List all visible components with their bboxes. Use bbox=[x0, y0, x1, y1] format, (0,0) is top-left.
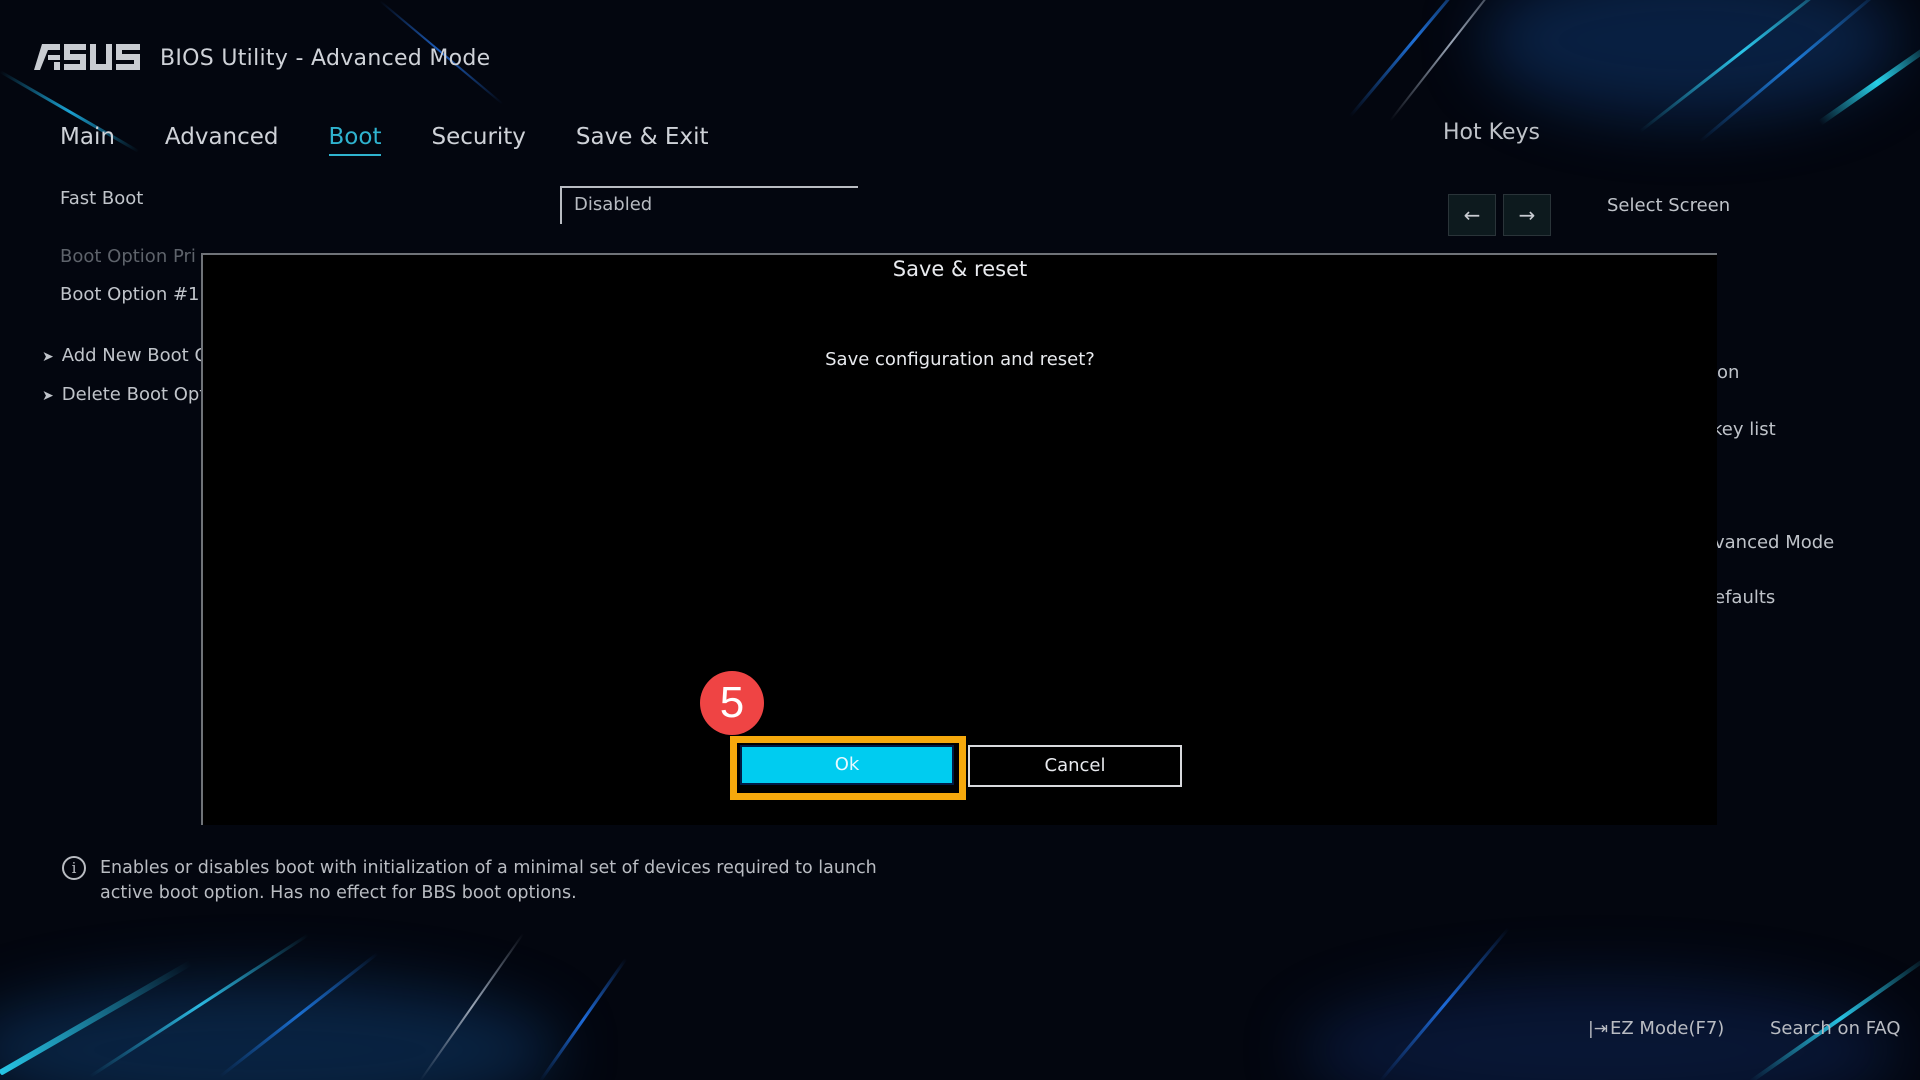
fast-boot-value-text: Disabled bbox=[574, 194, 653, 215]
fast-boot-value[interactable]: Disabled bbox=[560, 186, 858, 224]
exit-arrow-icon: |⇥ bbox=[1588, 1019, 1608, 1039]
left-arrow-key: ← bbox=[1448, 194, 1496, 236]
delete-boot-option[interactable]: ➤ Delete Boot Opt bbox=[42, 384, 206, 405]
delete-boot-option-label: Delete Boot Opt bbox=[61, 384, 207, 405]
tab-security[interactable]: Security bbox=[431, 124, 525, 156]
app-title: BIOS Utility - Advanced Mode bbox=[160, 46, 491, 71]
asus-logo bbox=[34, 44, 140, 70]
save-reset-dialog: Save & reset Save configuration and rese… bbox=[201, 253, 1717, 825]
help-text: Enables or disables boot with initializa… bbox=[100, 858, 877, 903]
ok-button[interactable]: Ok bbox=[740, 745, 954, 785]
tab-main[interactable]: Main bbox=[60, 124, 115, 156]
dialog-title: Save & reset bbox=[892, 257, 1028, 281]
main-nav: Main Advanced Boot Security Save & Exit bbox=[60, 124, 759, 156]
step-badge: 5 bbox=[700, 671, 764, 735]
boot-option-1-label[interactable]: Boot Option #1 bbox=[60, 284, 199, 305]
boot-option-priorities-heading: Boot Option Pri bbox=[60, 246, 196, 267]
hotkey-item: key list bbox=[1712, 419, 1776, 440]
chevron-right-icon: ➤ bbox=[42, 388, 54, 404]
dialog-message: Save configuration and reset? bbox=[825, 349, 1095, 370]
ez-mode-label: EZ Mode(F7) bbox=[1609, 1018, 1725, 1039]
info-icon: i bbox=[62, 856, 86, 880]
hotkey-select-screen: Select Screen bbox=[1607, 195, 1731, 216]
tab-save-exit[interactable]: Save & Exit bbox=[576, 124, 709, 156]
hotkey-item: on bbox=[1717, 362, 1740, 383]
hotkeys-title: Hot Keys bbox=[1443, 120, 1540, 145]
hotkey-item: efaults bbox=[1714, 587, 1776, 608]
chevron-right-icon: ➤ bbox=[42, 349, 54, 365]
add-new-boot-option[interactable]: ➤ Add New Boot O bbox=[42, 345, 209, 366]
cancel-button[interactable]: Cancel bbox=[968, 745, 1182, 787]
hotkey-item: vanced Mode bbox=[1714, 532, 1835, 553]
tab-advanced[interactable]: Advanced bbox=[165, 124, 279, 156]
right-arrow-key: → bbox=[1503, 194, 1551, 236]
fast-boot-label[interactable]: Fast Boot bbox=[60, 188, 143, 209]
search-faq-button[interactable]: Search on FAQ bbox=[1770, 1018, 1901, 1039]
ez-mode-button[interactable]: |⇥ EZ Mode(F7) bbox=[1588, 1018, 1724, 1039]
tab-boot[interactable]: Boot bbox=[328, 124, 381, 156]
add-new-boot-option-label: Add New Boot O bbox=[61, 345, 209, 366]
